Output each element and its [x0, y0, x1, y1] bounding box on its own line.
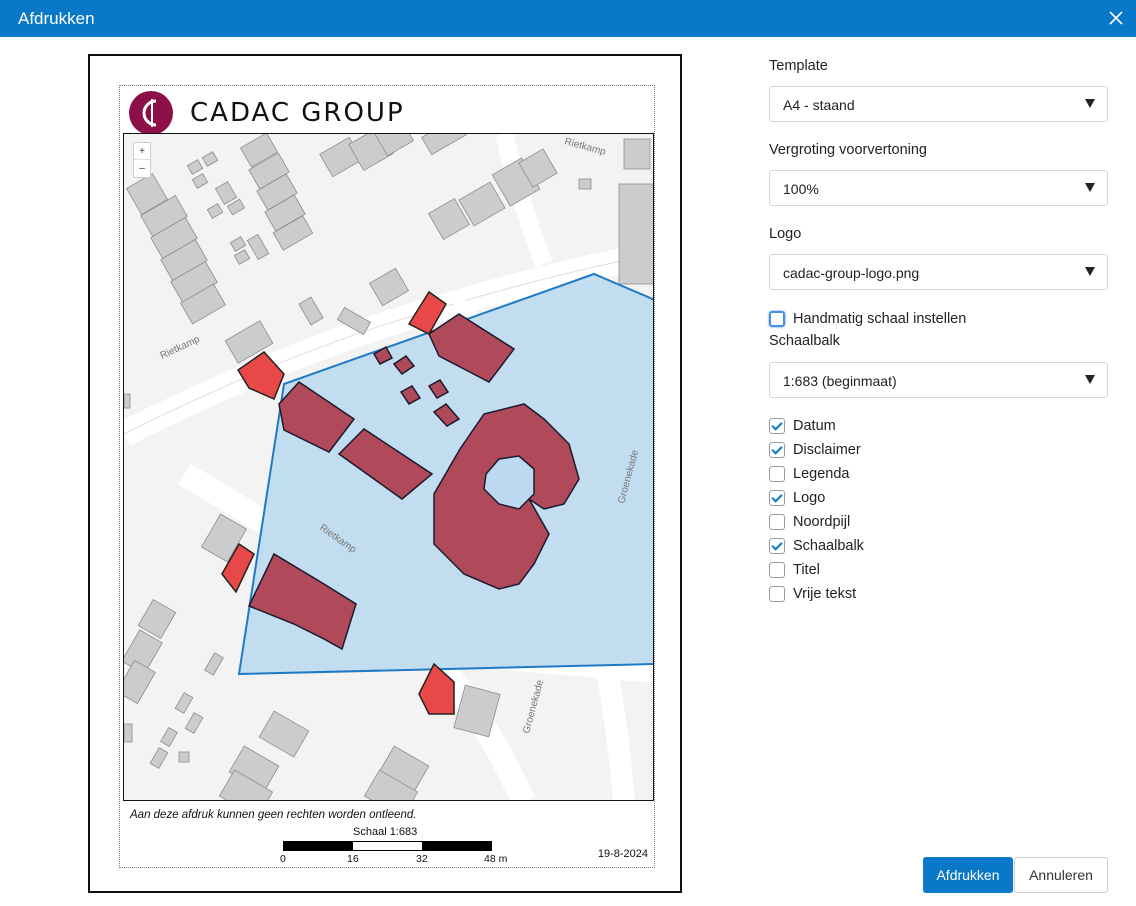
zoom-in-button[interactable]: +: [134, 143, 150, 160]
print-sheet: CADAC GROUP Rietkamp Rietkamp Rietkamp G…: [119, 85, 655, 868]
manual-scale-label: Handmatig schaal instellen: [793, 311, 967, 327]
scale-label: 32: [416, 853, 428, 865]
print-preview: CADAC GROUP Rietkamp Rietkamp Rietkamp G…: [88, 54, 682, 893]
option-label: Legenda: [793, 466, 850, 482]
scale-bar: [283, 841, 492, 851]
template-value: A4 - staand: [783, 97, 855, 113]
logo-text: CADAC GROUP: [190, 98, 405, 128]
street-label: Groenekade: [521, 678, 546, 734]
dropdown-arrow-icon: [1085, 183, 1095, 192]
option-vrije-tekst[interactable]: Vrije tekst: [769, 585, 856, 603]
logo-select[interactable]: cadac-group-logo.png: [769, 254, 1108, 290]
close-icon[interactable]: [1104, 6, 1128, 30]
option-checkbox[interactable]: [769, 586, 785, 602]
scalebar-value: 1:683 (beginmaat): [783, 373, 897, 389]
template-label: Template: [769, 58, 828, 74]
scale-title: Schaal 1:683: [353, 826, 418, 838]
option-label: Titel: [793, 562, 820, 578]
option-label: Disclaimer: [793, 442, 861, 458]
dropdown-arrow-icon: [1085, 267, 1095, 276]
option-checkbox[interactable]: [769, 466, 785, 482]
zoom-out-button[interactable]: –: [134, 160, 150, 177]
option-label: Datum: [793, 418, 836, 434]
option-checkbox[interactable]: [769, 442, 785, 458]
option-label: Schaalbalk: [793, 538, 864, 554]
zoom-value: 100%: [783, 181, 819, 197]
print-button[interactable]: Afdrukken: [923, 857, 1013, 893]
map-view[interactable]: Rietkamp Rietkamp Rietkamp Groenekade Gr…: [123, 133, 654, 801]
dialog-title: Afdrukken: [18, 9, 95, 28]
option-schaalbalk[interactable]: Schaalbalk: [769, 537, 864, 555]
scale-label: 0: [280, 853, 286, 865]
option-noordpijl[interactable]: Noordpijl: [769, 513, 850, 531]
option-label: Logo: [793, 490, 826, 506]
zoom-label: Vergroting voorvertoning: [769, 142, 927, 158]
manual-scale-toggle[interactable]: Handmatig schaal instellen: [769, 310, 966, 328]
map-canvas: Rietkamp Rietkamp Rietkamp Groenekade Gr…: [124, 134, 653, 800]
scale-label: 16: [347, 853, 359, 865]
scalebar-label: Schaalbalk: [769, 333, 840, 349]
disclaimer-text: Aan deze afdruk kunnen geen rechten word…: [130, 809, 417, 821]
option-disclaimer[interactable]: Disclaimer: [769, 441, 861, 459]
dialog-titlebar: Afdrukken: [0, 0, 1136, 37]
dropdown-arrow-icon: [1085, 99, 1095, 108]
option-logo[interactable]: Logo: [769, 489, 825, 507]
cadac-logo-icon: [129, 91, 173, 135]
option-legenda[interactable]: Legenda: [769, 465, 849, 483]
logo-label: Logo: [769, 226, 802, 242]
template-select[interactable]: A4 - staand: [769, 86, 1108, 122]
option-label: Vrije tekst: [793, 586, 857, 602]
option-label: Noordpijl: [793, 514, 851, 530]
manual-scale-checkbox[interactable]: [769, 311, 785, 327]
option-checkbox[interactable]: [769, 562, 785, 578]
street-label: Rietkamp: [563, 136, 607, 158]
option-datum[interactable]: Datum: [769, 417, 836, 435]
option-checkbox[interactable]: [769, 538, 785, 554]
scale-label: 48 m: [484, 853, 508, 865]
map-zoom-control: + –: [133, 142, 151, 178]
zoom-select[interactable]: 100%: [769, 170, 1108, 206]
dropdown-arrow-icon: [1085, 375, 1095, 384]
print-date: 19-8-2024: [597, 848, 648, 860]
scalebar-select[interactable]: 1:683 (beginmaat): [769, 362, 1108, 398]
cancel-button[interactable]: Annuleren: [1014, 857, 1108, 893]
logo-value: cadac-group-logo.png: [783, 265, 920, 281]
street-label: Rietkamp: [159, 334, 202, 362]
option-checkbox[interactable]: [769, 490, 785, 506]
option-checkbox[interactable]: [769, 418, 785, 434]
option-titel[interactable]: Titel: [769, 561, 820, 579]
option-checkbox[interactable]: [769, 514, 785, 530]
